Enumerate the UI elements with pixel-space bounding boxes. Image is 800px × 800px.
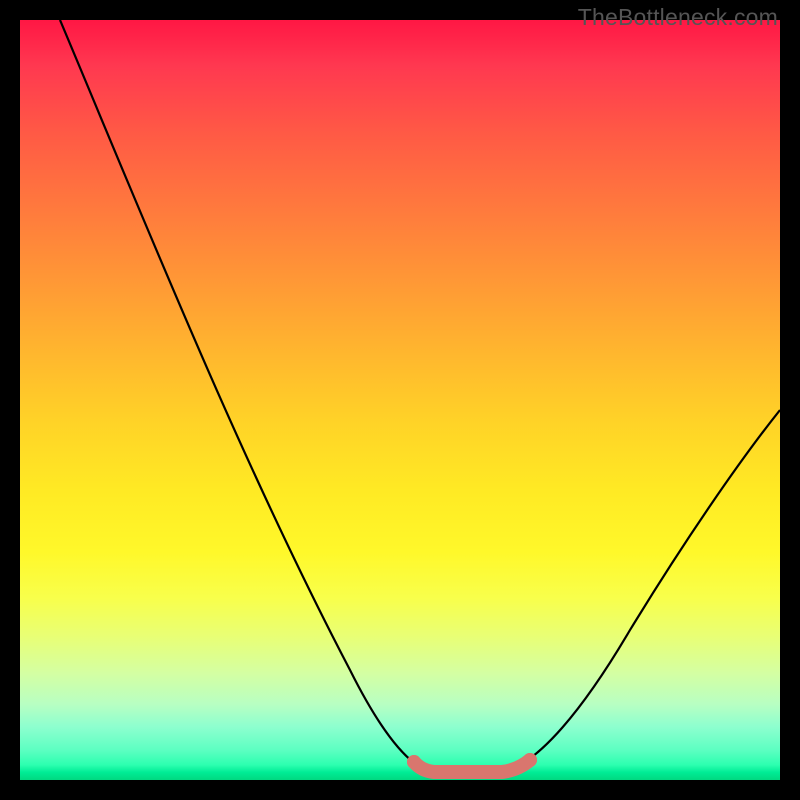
highlight-end-left	[407, 755, 421, 769]
highlight-dot	[431, 767, 442, 778]
highlight-dot	[509, 763, 520, 774]
highlight-end-right	[523, 753, 537, 767]
gradient-plot-area	[20, 20, 780, 780]
chart-frame: TheBottleneck.com	[0, 0, 800, 800]
bottleneck-highlight	[414, 760, 530, 772]
highlight-dot	[471, 768, 482, 779]
curve-layer	[20, 20, 780, 780]
highlight-dot	[451, 768, 462, 779]
watermark-text: TheBottleneck.com	[578, 4, 778, 31]
highlight-dot	[491, 767, 502, 778]
bottleneck-curve	[60, 20, 780, 770]
